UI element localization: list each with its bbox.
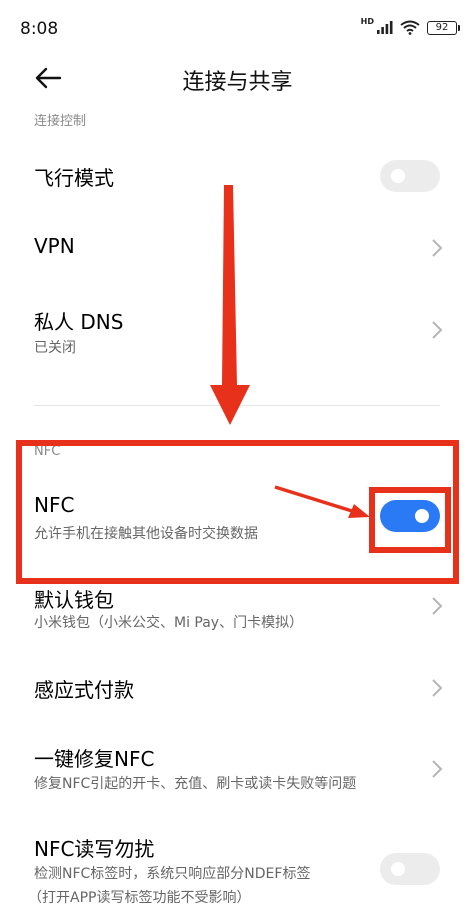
section-label-connection-control: 连接控制 (34, 114, 87, 129)
chevron-right-icon (432, 239, 443, 257)
section-label-nfc: NFC (34, 444, 61, 459)
signal-icon (377, 21, 393, 34)
nfc-toggle[interactable] (380, 500, 440, 532)
row-subtitle: 小米钱包（小米公交、Mi Pay、门卡模拟） (34, 615, 304, 631)
row-tap-to-pay[interactable]: 感应式付款 (0, 660, 475, 715)
row-fix-nfc[interactable]: 一键修复NFC 修复NFC引起的开卡、充值、刷卡或读卡失败等问题 (0, 735, 475, 805)
wifi-icon (400, 20, 420, 35)
toggle-knob (391, 862, 405, 876)
chevron-right-icon (432, 597, 443, 615)
row-title: 默认钱包 (34, 588, 114, 612)
status-icons: HD 92 (360, 17, 460, 35)
row-title: 私人 DNS (34, 310, 124, 334)
page-header: 连接与共享 (0, 58, 475, 98)
row-subtitle: 修复NFC引起的开卡、充值、刷卡或读卡失败等问题 (34, 776, 357, 792)
status-time: 8:08 (20, 19, 59, 39)
row-private-dns[interactable]: 私人 DNS 已关闭 (0, 300, 475, 370)
row-title: 感应式付款 (34, 678, 134, 702)
status-bar: 8:08 HD 92 (0, 0, 475, 58)
toggle-knob (391, 169, 405, 183)
row-subtitle-line2: （打开APP读写标签功能不受影响） (28, 890, 251, 906)
row-nfc-rw-dnd[interactable]: NFC读写勿扰 检测NFC标签时，系统只响应部分NDEF标签 （打开APP读写标… (0, 825, 475, 919)
airplane-mode-toggle[interactable] (380, 160, 440, 192)
row-default-wallet[interactable]: 默认钱包 小米钱包（小米公交、Mi Pay、门卡模拟） (0, 582, 475, 642)
row-subtitle: 已关闭 (34, 340, 76, 356)
page-title: 连接与共享 (182, 70, 293, 95)
row-title: VPN (34, 234, 75, 258)
row-subtitle: 允许手机在接触其他设备时交换数据 (34, 526, 258, 542)
toggle-knob (415, 509, 429, 523)
row-subtitle-line1: 检测NFC标签时，系统只响应部分NDEF标签 (34, 866, 311, 882)
row-nfc[interactable]: NFC 允许手机在接触其他设备时交换数据 (0, 485, 475, 550)
row-vpn[interactable]: VPN (0, 220, 475, 275)
row-title: 一键修复NFC (34, 747, 155, 771)
row-airplane-mode[interactable]: 飞行模式 (0, 150, 475, 205)
nfc-rw-dnd-toggle[interactable] (380, 853, 440, 885)
hd-badge: HD (360, 17, 374, 26)
chevron-right-icon (432, 321, 443, 339)
chevron-right-icon (432, 760, 443, 778)
section-divider (34, 405, 440, 406)
row-title: 飞行模式 (34, 166, 114, 190)
battery-indicator: 92 (427, 20, 460, 35)
row-title: NFC读写勿扰 (34, 837, 155, 861)
chevron-right-icon (432, 679, 443, 697)
row-title: NFC (34, 493, 75, 517)
